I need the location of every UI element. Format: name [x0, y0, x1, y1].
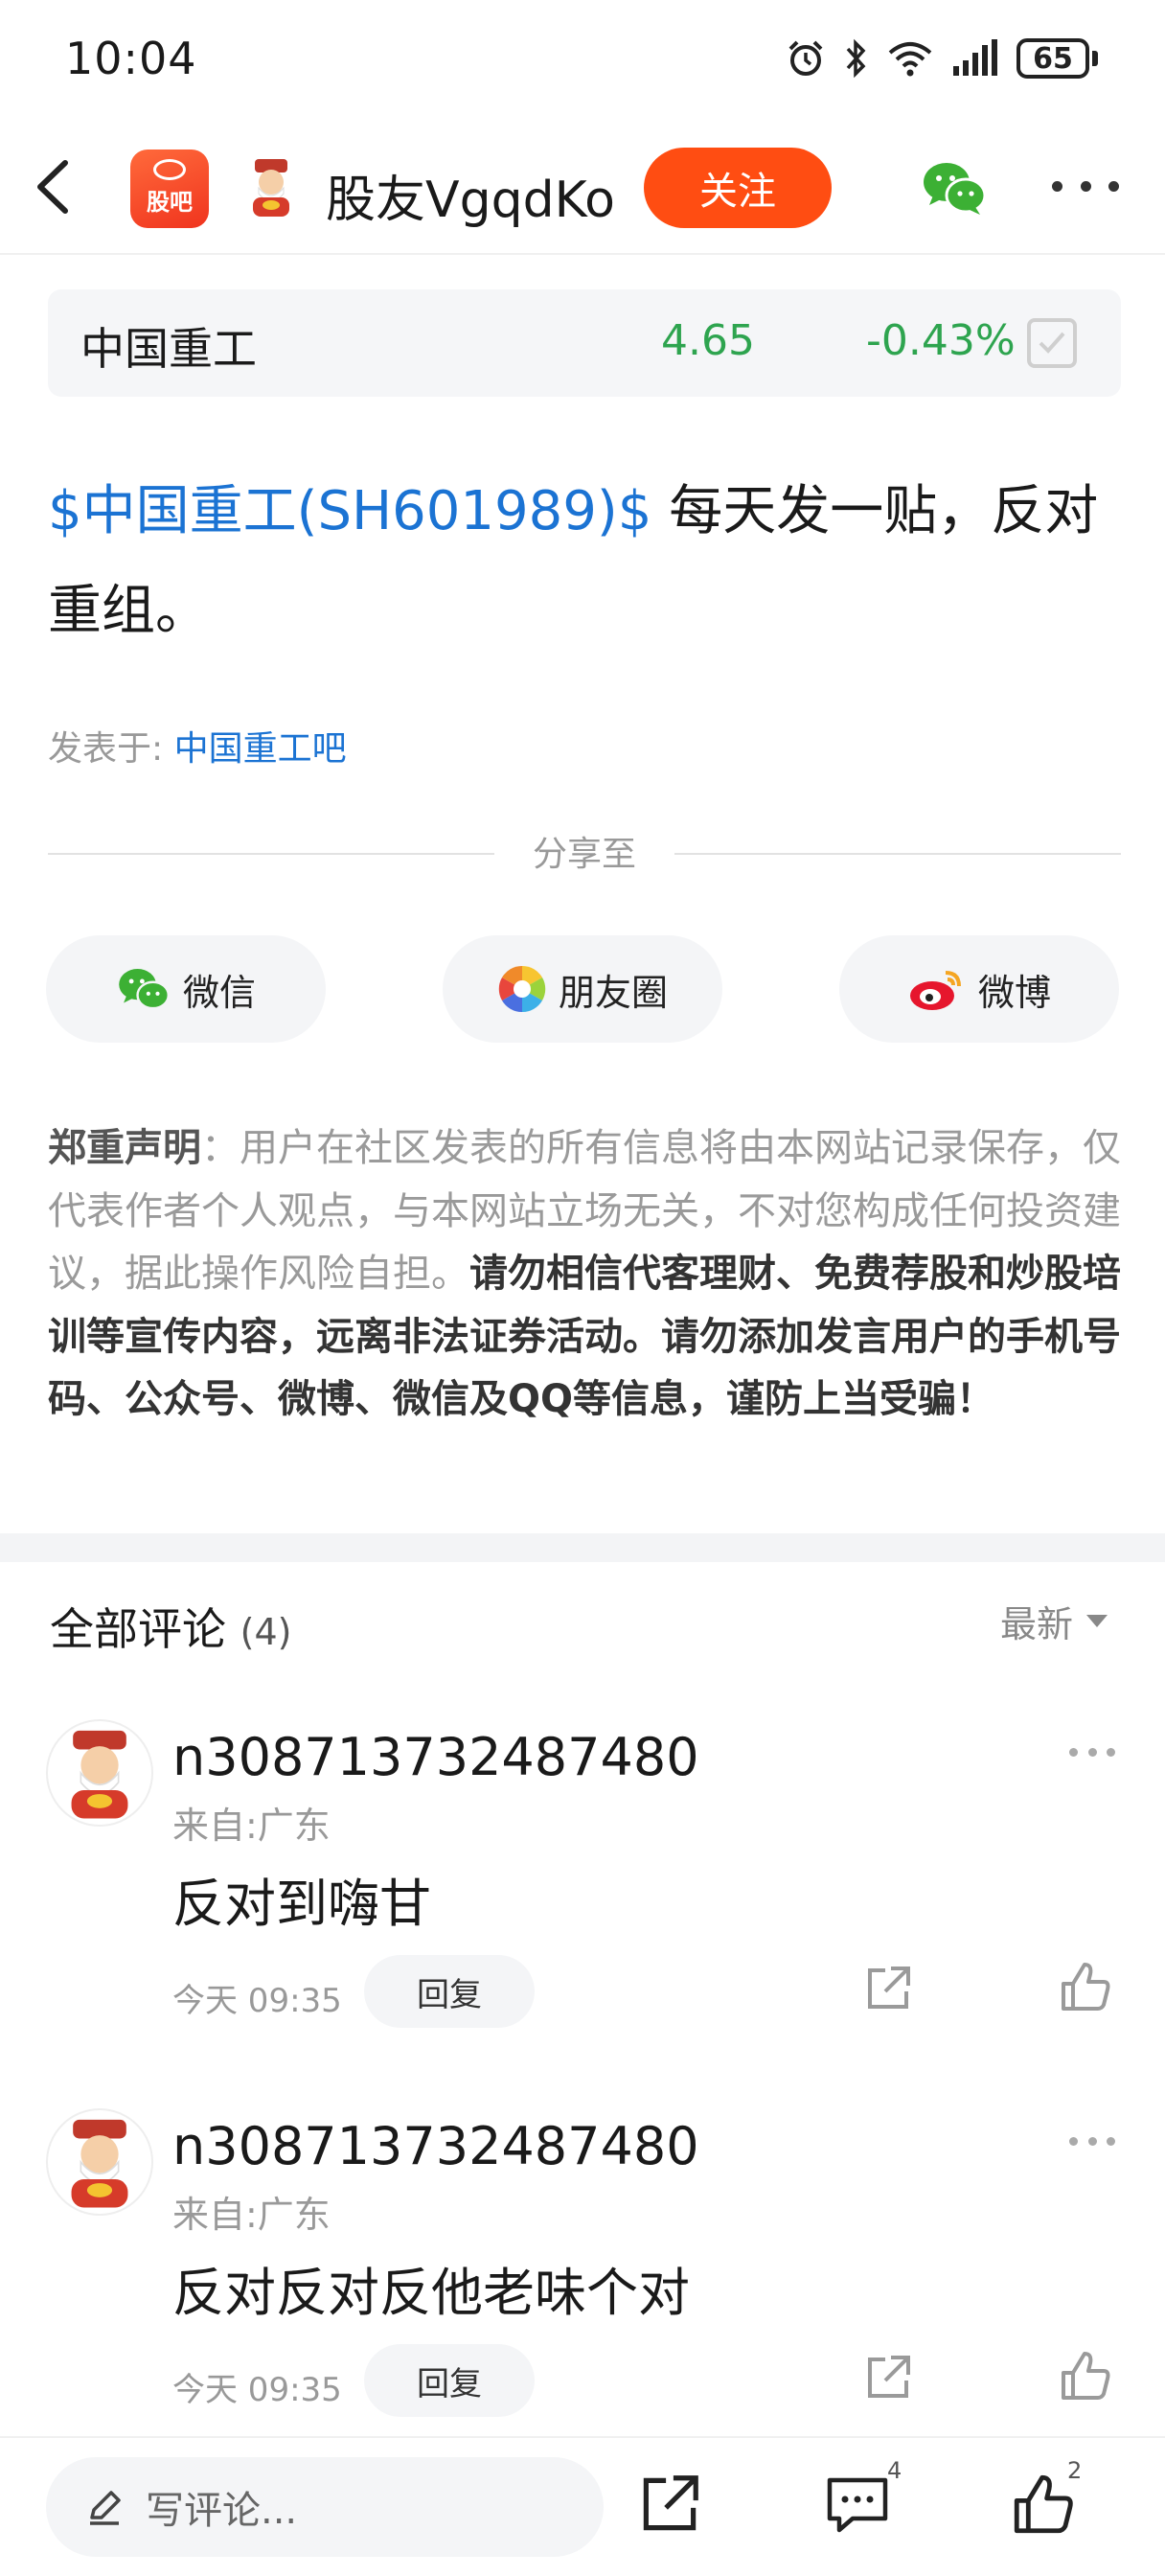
commenter-location: 来自:广东 — [172, 1805, 331, 1847]
alarm-icon — [788, 40, 823, 76]
comments-title: 全部评论 — [50, 1603, 226, 1655]
pencil-icon — [90, 2491, 121, 2525]
logo-mark-icon — [153, 159, 186, 180]
share-post-button[interactable] — [636, 2471, 703, 2538]
comments-count: (4) — [240, 1611, 292, 1653]
like-post-button[interactable]: 2 — [1010, 2457, 1082, 2538]
bottom-action-bar: 写评论... 4 2 — [0, 2436, 1165, 2576]
commenter-name[interactable]: n308713732487480 — [172, 1727, 699, 1787]
app-logo-label: 股吧 — [147, 189, 193, 216]
reply-button[interactable]: 回复 — [364, 1955, 535, 2028]
wechat-share-button[interactable] — [920, 157, 989, 218]
stock-price: 4.65 — [661, 316, 755, 365]
disclaimer: 郑重声明：用户在社区发表的所有信息将由本网站记录保存，仅代表作者个人观点，与本网… — [48, 1117, 1121, 1432]
signal-icon — [953, 39, 997, 76]
write-comment-input[interactable]: 写评论... — [46, 2457, 604, 2557]
check-icon — [1039, 332, 1065, 354]
sort-label: 最新 — [1000, 1603, 1074, 1645]
share-wechat-label: 微信 — [182, 971, 256, 1014]
comment-bubble-icon — [827, 2477, 888, 2533]
commenter-location: 来自:广东 — [172, 2194, 331, 2236]
share-section-header: 分享至 — [48, 826, 1121, 874]
bluetooth-icon — [846, 38, 866, 79]
fortune-god-avatar-icon — [71, 2119, 128, 2208]
share-icon — [868, 1966, 910, 2009]
moments-icon — [498, 965, 546, 1013]
wifi-icon — [888, 42, 932, 77]
posted-in: 发表于: 中国重工吧 — [48, 721, 347, 770]
comment-text: 反对反对反他老味个对 — [172, 2263, 690, 2323]
stock-name: 中国重工 — [80, 323, 257, 375]
share-wechat-button[interactable]: 微信 — [46, 935, 326, 1043]
fortune-god-avatar-icon — [71, 1730, 128, 1819]
share-weibo-button[interactable]: 微博 — [839, 935, 1119, 1043]
user-avatar[interactable] — [240, 155, 303, 218]
like-count-badge: 2 — [1067, 2457, 1083, 2484]
dropdown-triangle-icon — [1086, 1615, 1108, 1627]
status-icons: 65 — [785, 33, 1098, 84]
post-content: $中国重工(SH601989)$ 每天发一贴，反对重组。 — [48, 462, 1121, 661]
share-weibo-label: 微博 — [977, 971, 1051, 1014]
nav-bar: 股吧 股友VgqdKo 关注 — [0, 125, 1165, 249]
status-bar: 10:04 65 — [0, 0, 1165, 115]
comment-time: 今天 09:35 — [172, 1982, 342, 2020]
guba-logo[interactable]: 股吧 — [130, 150, 209, 228]
post-author-name[interactable]: 股友VgqdKo — [326, 159, 615, 231]
comments-header: 全部评论 (4) — [50, 1595, 291, 1658]
commenter-name[interactable]: n308713732487480 — [172, 2116, 699, 2176]
add-watchlist-checkbox[interactable] — [1027, 318, 1077, 368]
back-arrow-icon — [37, 160, 68, 214]
comment-count-badge: 4 — [887, 2457, 902, 2484]
comment-like-button[interactable] — [1058, 1959, 1113, 2014]
stock-card[interactable]: 中国重工 4.65 -0.43% — [48, 289, 1121, 397]
fortune-god-avatar-icon — [253, 159, 289, 217]
battery-indicator: 65 — [1017, 38, 1098, 79]
thumbs-up-icon — [1062, 1963, 1110, 2011]
posted-in-label: 发表于: — [48, 729, 164, 769]
follow-button[interactable]: 关注 — [644, 148, 832, 228]
divider — [0, 253, 1165, 255]
comment-time: 今天 09:35 — [172, 2371, 342, 2409]
comment-more-button[interactable] — [1069, 1748, 1115, 1761]
reply-button[interactable]: 回复 — [364, 2344, 535, 2417]
share-moments-label: 朋友圈 — [558, 971, 668, 1014]
share-moments-button[interactable]: 朋友圈 — [443, 935, 722, 1043]
section-divider — [0, 1533, 1165, 1562]
divider — [674, 853, 1121, 855]
thumbs-up-icon — [1062, 2352, 1110, 2400]
more-options-button[interactable] — [1052, 165, 1119, 207]
sort-dropdown[interactable]: 最新 — [1000, 1595, 1108, 1647]
status-time: 10:04 — [65, 33, 197, 84]
disclaimer-title: 郑重声明 — [48, 1126, 201, 1170]
comment-item: n308713732487480 来自:广东 反对到嗨甘 今天 09:35 回复 — [0, 1719, 1165, 2103]
write-comment-placeholder: 写评论... — [146, 2489, 298, 2533]
comment-share-button[interactable] — [862, 1963, 914, 2014]
share-icon — [868, 2356, 910, 2398]
stock-tag-link[interactable]: $中国重工(SH601989)$ — [48, 480, 651, 542]
stock-change: -0.43% — [866, 316, 1016, 365]
battery-level: 65 — [1017, 38, 1089, 79]
share-icon — [643, 2475, 698, 2531]
commenter-avatar[interactable] — [46, 2108, 153, 2216]
share-label: 分享至 — [532, 835, 636, 874]
weibo-icon — [909, 971, 961, 1010]
comment-text: 反对到嗨甘 — [172, 1874, 431, 1934]
comment-share-button[interactable] — [862, 2352, 914, 2404]
wechat-icon — [119, 969, 170, 1010]
wechat-icon — [924, 163, 987, 215]
comments-button[interactable]: 4 — [824, 2457, 902, 2538]
commenter-avatar[interactable] — [46, 1719, 153, 1827]
comment-item: n308713732487480 来自:广东 反对反对反他老味个对 今天 09:… — [0, 2108, 1165, 2492]
comment-more-button[interactable] — [1069, 2137, 1115, 2150]
posted-in-bar-link[interactable]: 中国重工吧 — [174, 729, 347, 769]
back-button[interactable] — [27, 153, 84, 220]
comment-like-button[interactable] — [1058, 2348, 1113, 2404]
